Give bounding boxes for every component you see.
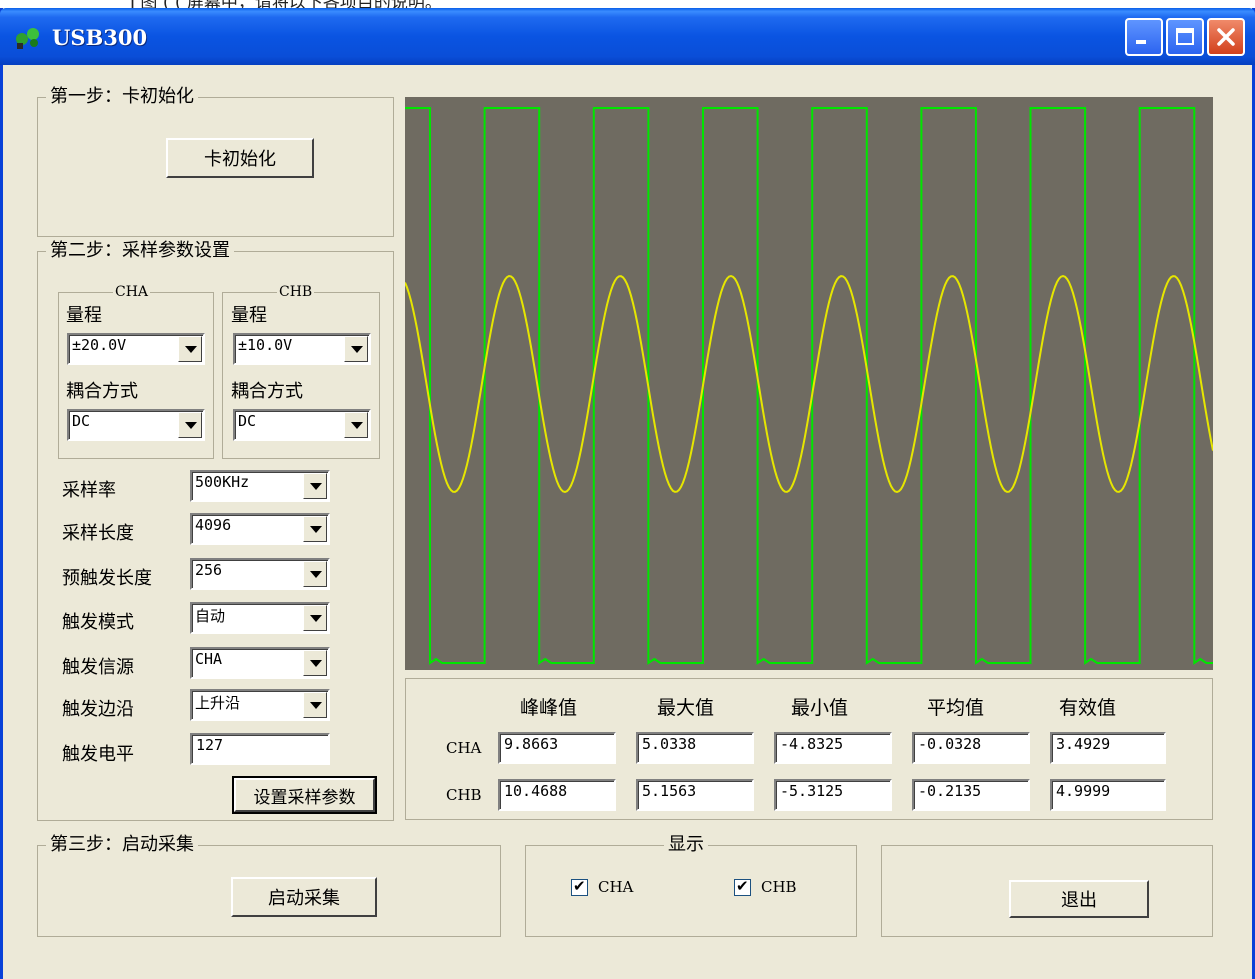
chevron-down-icon[interactable]: [344, 412, 368, 438]
trigger-level-input[interactable]: 127: [190, 733, 330, 765]
checkmark-icon: ✔: [736, 877, 749, 895]
pretrigger-length-value: 256: [195, 561, 223, 579]
cha-display-label: CHA: [598, 878, 634, 896]
pretrigger-length-label: 预触发长度: [62, 568, 152, 589]
cha-legend: CHA: [113, 284, 151, 300]
chb-range-select[interactable]: ±10.0V: [233, 333, 371, 365]
display-group: 显示 ✔ CHA ✔ CHB: [525, 833, 857, 937]
chevron-down-icon[interactable]: [178, 412, 202, 438]
cha-range-label: 量程: [66, 305, 102, 326]
trigger-level-label: 触发电平: [62, 744, 134, 765]
step2-group: 第二步：采样参数设置 CHA 量程 ±20.0V 耦合方式 DC CHB 量程 …: [37, 239, 394, 821]
trigger-source-label: 触发信源: [62, 657, 134, 678]
cha-max-field[interactable]: 5.0338: [636, 732, 754, 764]
app-icon: [16, 28, 39, 49]
chb-peak-to-peak-field[interactable]: 10.4688: [498, 779, 616, 811]
row-label-chb: CHB: [446, 786, 482, 804]
display-legend: 显示: [664, 833, 708, 857]
step3-group: 第三步：启动采集 启动采集: [37, 833, 501, 937]
chb-min-field[interactable]: -5.3125: [774, 779, 892, 811]
minimize-button[interactable]: [1125, 18, 1163, 56]
chb-display-label: CHB: [761, 878, 797, 896]
cha-range-value: ±20.0V: [72, 336, 127, 354]
oscilloscope-display: [404, 97, 1214, 670]
chevron-down-icon[interactable]: [303, 605, 327, 631]
chb-max-field[interactable]: 5.1563: [636, 779, 754, 811]
pretrigger-length-select[interactable]: 256: [190, 558, 330, 590]
col-peak-to-peak: 峰峰值: [520, 697, 578, 719]
step1-legend: 第一步：卡初始化: [46, 85, 198, 109]
init-card-button[interactable]: 卡初始化: [166, 138, 314, 178]
cha-sine-trace: [404, 274, 1214, 494]
chb-mean-field[interactable]: -0.2135: [912, 779, 1030, 811]
cha-peak-to-peak-field[interactable]: 9.8663: [498, 732, 616, 764]
chb-coupling-value: DC: [238, 412, 257, 430]
col-mean: 平均值: [927, 697, 985, 719]
trigger-mode-value: 自动: [195, 607, 226, 625]
chevron-down-icon[interactable]: [303, 561, 327, 587]
cha-range-select[interactable]: ±20.0V: [67, 333, 205, 365]
step2-legend: 第二步：采样参数设置: [46, 239, 234, 263]
sample-length-value: 4096: [195, 516, 232, 534]
set-sampling-params-button[interactable]: 设置采样参数: [232, 776, 377, 814]
title-bar[interactable]: USB300: [0, 8, 1255, 65]
chb-rms-field[interactable]: 4.9999: [1050, 779, 1166, 811]
chevron-down-icon[interactable]: [178, 336, 202, 362]
trigger-source-select[interactable]: CHA: [190, 647, 330, 679]
chevron-down-icon[interactable]: [303, 473, 327, 499]
minimize-icon: [1136, 40, 1146, 44]
cha-mean-field[interactable]: -0.0328: [912, 732, 1030, 764]
col-max: 最大值: [657, 697, 715, 719]
app-window: USB300 第一步：卡初始化 卡初始化 第二步：采样参数设置 CHA 量程 ±…: [0, 8, 1255, 979]
chevron-down-icon[interactable]: [344, 336, 368, 362]
trigger-mode-label: 触发模式: [62, 612, 134, 633]
sample-length-label: 采样长度: [62, 523, 134, 544]
chb-display-checkbox[interactable]: ✔: [734, 877, 751, 896]
col-min: 最小值: [791, 697, 849, 719]
checkmark-icon: ✔: [573, 877, 586, 895]
cha-display-checkbox[interactable]: ✔: [571, 877, 588, 896]
trigger-edge-value: 上升沿: [195, 694, 241, 712]
chb-legend: CHB: [277, 284, 315, 300]
trigger-mode-select[interactable]: 自动: [190, 602, 330, 634]
cha-coupling-select[interactable]: DC: [67, 409, 205, 441]
cha-settings-group: CHA 量程 ±20.0V 耦合方式 DC: [58, 284, 214, 459]
trigger-edge-select[interactable]: 上升沿: [190, 689, 330, 721]
sample-length-select[interactable]: 4096: [190, 513, 330, 545]
cha-rms-field[interactable]: 3.4929: [1050, 732, 1166, 764]
start-acquisition-button[interactable]: 启动采集: [231, 877, 377, 917]
sample-rate-label: 采样率: [62, 480, 116, 501]
chb-range-value: ±10.0V: [238, 336, 293, 354]
col-rms: 有效值: [1059, 697, 1117, 719]
maximize-button[interactable]: [1166, 18, 1204, 56]
step3-legend: 第三步：启动采集: [46, 833, 198, 857]
sample-rate-value: 500KHz: [195, 473, 250, 491]
exit-group: 退出: [881, 845, 1213, 937]
chevron-down-icon[interactable]: [303, 692, 327, 718]
waveform-plot: [404, 107, 1214, 665]
trigger-edge-label: 触发边沿: [62, 699, 134, 720]
maximize-icon: [1176, 28, 1194, 45]
step1-group: 第一步：卡初始化 卡初始化: [37, 85, 394, 237]
sample-rate-select[interactable]: 500KHz: [190, 470, 330, 502]
cha-min-field[interactable]: -4.8325: [774, 732, 892, 764]
trigger-source-value: CHA: [195, 650, 223, 668]
chb-coupling-label: 耦合方式: [231, 381, 303, 402]
chevron-down-icon[interactable]: [303, 650, 327, 676]
chb-settings-group: CHB 量程 ±10.0V 耦合方式 DC: [222, 284, 380, 459]
close-button[interactable]: [1207, 18, 1245, 56]
row-label-cha: CHA: [446, 739, 482, 757]
chevron-down-icon[interactable]: [303, 516, 327, 542]
close-icon: [1217, 28, 1235, 46]
cha-coupling-value: DC: [72, 412, 91, 430]
exit-button[interactable]: 退出: [1009, 880, 1149, 918]
cha-coupling-label: 耦合方式: [66, 381, 138, 402]
chb-range-label: 量程: [231, 305, 267, 326]
window-title: USB300: [52, 25, 148, 50]
measurements-group: 峰峰值 最大值 最小值 平均值 有效值 CHA 9.8663 5.0338 -4…: [405, 678, 1213, 820]
chb-coupling-select[interactable]: DC: [233, 409, 371, 441]
